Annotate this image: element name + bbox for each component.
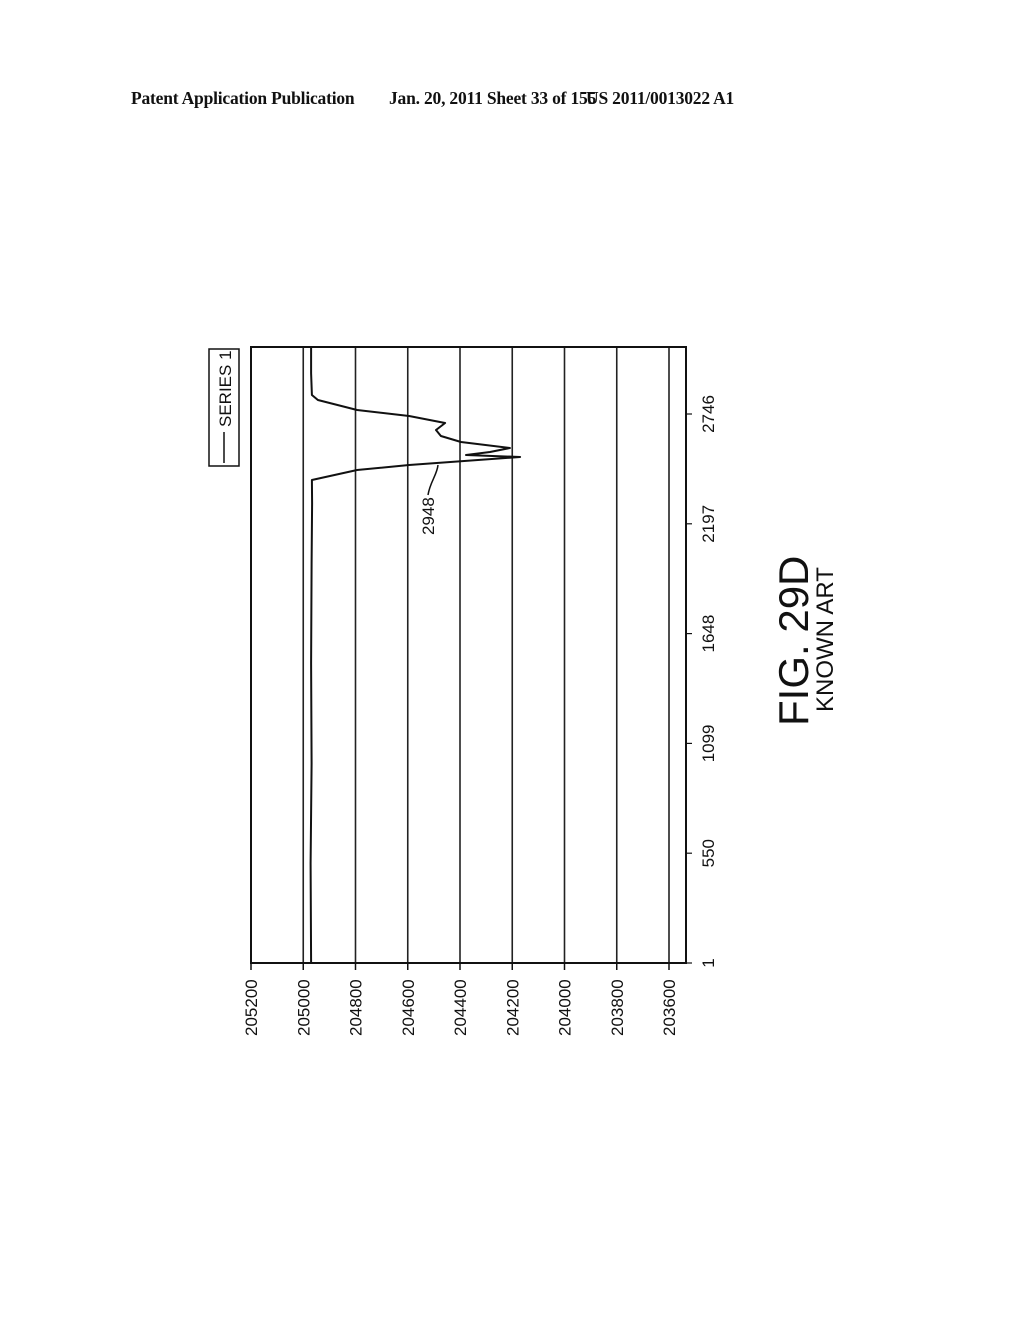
- chart: 205200 205000 204800 204600 204400 204200 2040…: [208, 346, 839, 1036]
- legend-label: SERIES 1: [216, 350, 235, 427]
- value-tick-label: 204200: [503, 979, 522, 1036]
- figure-caption: FIG. 29D KNOWN ART: [770, 556, 839, 726]
- value-tick-label: 203800: [608, 979, 627, 1036]
- index-tick-label: 1648: [699, 615, 718, 653]
- index-tick-label: 550: [699, 839, 718, 867]
- value-tick-label: 203600: [660, 979, 679, 1036]
- reference-leader-line: [427, 464, 439, 496]
- plot-frame: [250, 346, 687, 964]
- value-axis-ticks: 205200 205000 204800 204600 204400 204200 2040…: [242, 963, 679, 1036]
- reference-label: 2948: [419, 497, 438, 535]
- value-tick-label: 204000: [556, 979, 575, 1036]
- figure-title: FIG. 29D: [770, 556, 817, 726]
- series-1-line: [309, 347, 522, 964]
- index-tick-label: 2197: [699, 505, 718, 543]
- value-tick-label: 204800: [347, 979, 366, 1036]
- index-tick-label: 1099: [699, 724, 718, 762]
- value-tick-label: 205200: [242, 979, 261, 1036]
- gridlines: [250, 347, 670, 963]
- reference-annotation: 2948: [419, 464, 439, 535]
- value-tick-label: 204400: [451, 979, 470, 1036]
- value-tick-label: 204600: [399, 979, 418, 1036]
- index-tick-label: 2746: [699, 395, 718, 433]
- figure-subtitle: KNOWN ART: [812, 567, 839, 712]
- value-tick-label: 205000: [294, 979, 313, 1036]
- index-axis-ticks: 1 550 1099 1648 2197 2746: [686, 395, 718, 968]
- index-tick-label: 1: [699, 958, 718, 967]
- legend: SERIES 1: [208, 348, 240, 467]
